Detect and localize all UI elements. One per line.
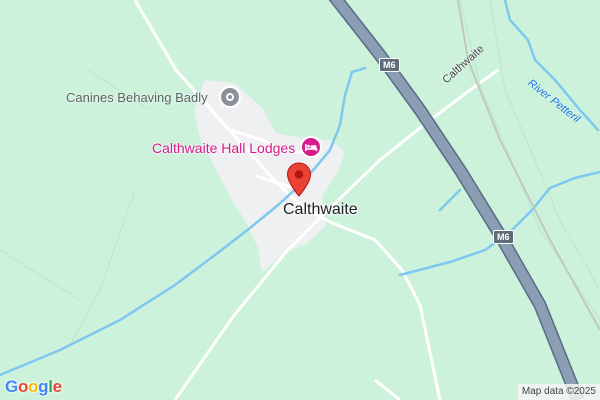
poi-label-calthwaite-hall-lodges[interactable]: Calthwaite Hall Lodges <box>152 141 295 155</box>
motorway-shield: M6 <box>493 230 514 244</box>
red-location-pin-icon[interactable] <box>286 162 312 203</box>
map-attribution[interactable]: Map data ©2025 <box>517 384 600 400</box>
poi-label-canines-behaving-badly[interactable]: Canines Behaving Badly <box>66 91 208 104</box>
place-label-calthwaite[interactable]: Calthwaite <box>283 202 358 218</box>
motorway-shield: M6 <box>379 58 400 72</box>
place-pin-icon[interactable] <box>219 86 241 108</box>
hotel-bed-icon[interactable] <box>300 136 322 158</box>
map-view[interactable]: M6 M6 Calthwaite River Petteril Canines … <box>0 0 600 400</box>
google-logo: Google <box>5 377 62 396</box>
